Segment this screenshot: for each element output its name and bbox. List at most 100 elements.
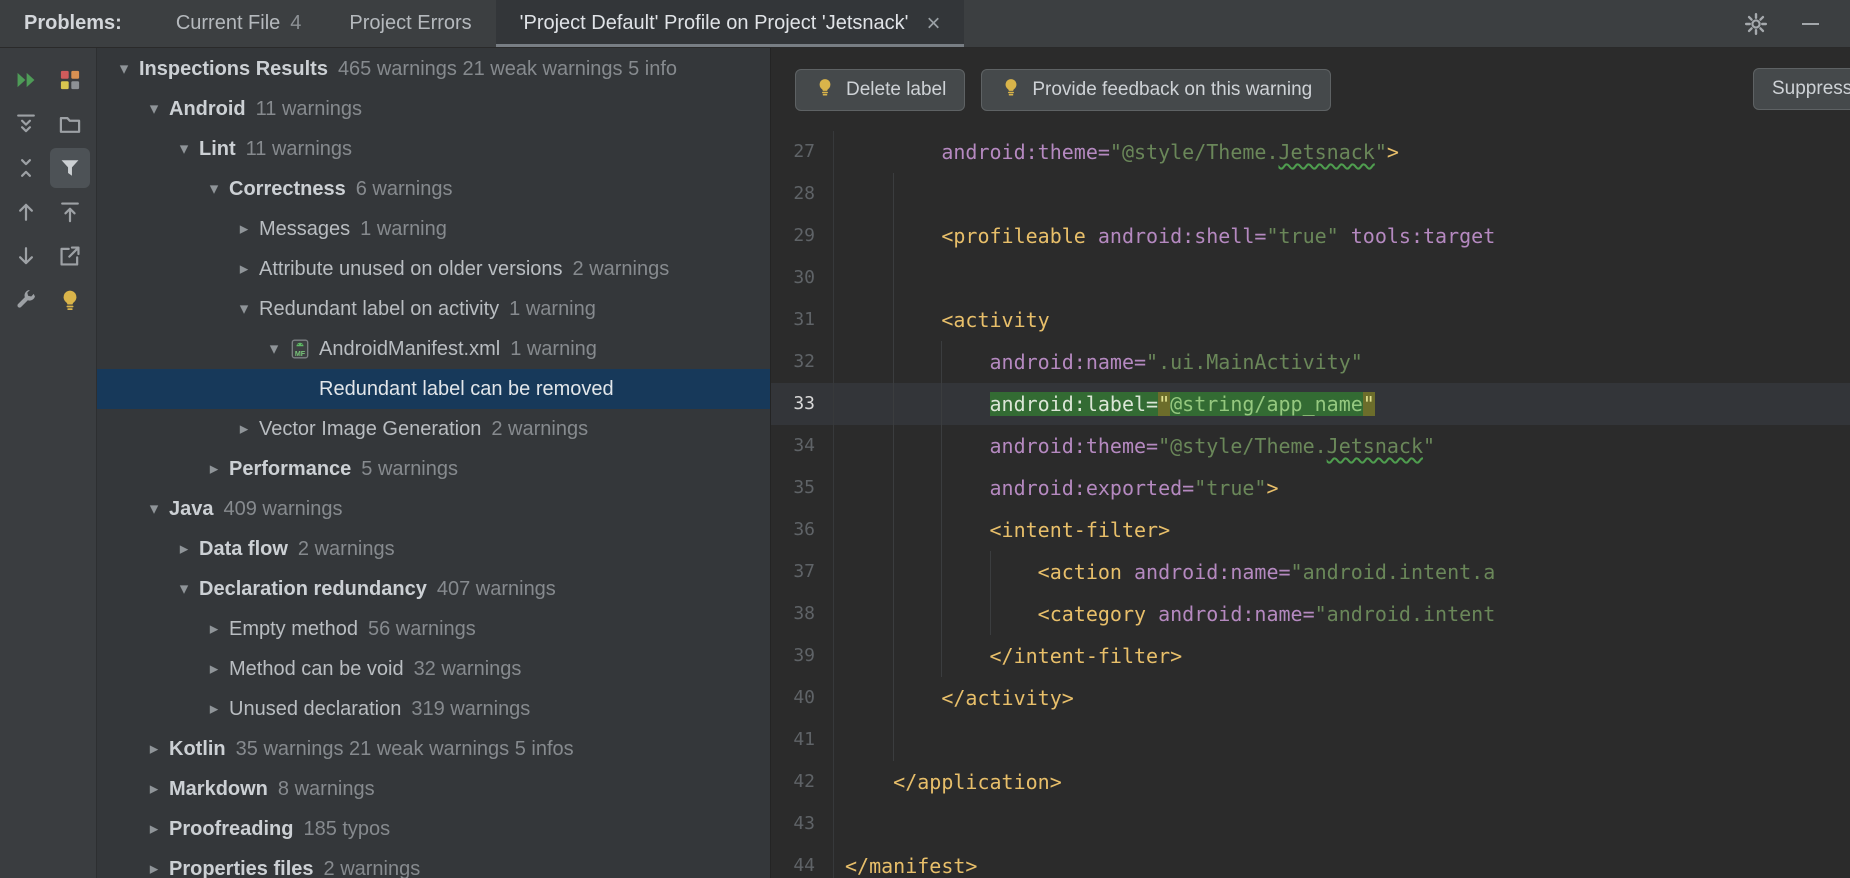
line-number[interactable]: 29 — [771, 215, 833, 257]
code-line[interactable]: 34 android:theme="@style/Theme.Jetsnack" — [771, 425, 1850, 467]
tree-row[interactable]: ▸Proofreading185 typos — [97, 809, 770, 849]
filter-button[interactable] — [50, 148, 90, 188]
tree-row[interactable]: ▸Markdown8 warnings — [97, 769, 770, 809]
code-line[interactable]: 27 android:theme="@style/Theme.Jetsnack"… — [771, 131, 1850, 173]
code-line[interactable]: 35 android:exported="true"> — [771, 467, 1850, 509]
tree-row[interactable]: ▸Performance5 warnings — [97, 449, 770, 489]
chevron-collapsed-icon[interactable]: ▸ — [199, 659, 229, 679]
line-number[interactable]: 39 — [771, 635, 833, 677]
code-line[interactable]: 41 — [771, 719, 1850, 761]
tree-row[interactable]: Redundant label can be removed — [97, 369, 770, 409]
rerun-inspection-button[interactable] — [6, 60, 46, 100]
code-line[interactable]: 36 <intent-filter> — [771, 509, 1850, 551]
line-number[interactable]: 35 — [771, 467, 833, 509]
settings-gear-icon[interactable] — [1742, 10, 1770, 38]
line-number[interactable]: 37 — [771, 551, 833, 593]
chevron-expanded-icon[interactable]: ▾ — [109, 59, 139, 79]
expand-all-button[interactable] — [6, 104, 46, 144]
code-line[interactable]: 30 — [771, 257, 1850, 299]
suppress-button[interactable]: Suppress — [1753, 68, 1850, 110]
tree-row[interactable]: ▾Inspections Results465 warnings 21 weak… — [97, 49, 770, 89]
code-editor[interactable]: 27 android:theme="@style/Theme.Jetsnack"… — [771, 131, 1850, 878]
group-by-directory-button[interactable] — [50, 104, 90, 144]
tree-row[interactable]: ▾Lint11 warnings — [97, 129, 770, 169]
line-number[interactable]: 27 — [771, 131, 833, 173]
code-line[interactable]: 42 </application> — [771, 761, 1850, 803]
tree-row[interactable]: ▸Kotlin35 warnings 21 weak warnings 5 in… — [97, 729, 770, 769]
line-number[interactable]: 41 — [771, 719, 833, 761]
previous-problem-button[interactable] — [6, 192, 46, 232]
chevron-expanded-icon[interactable]: ▾ — [169, 579, 199, 599]
chevron-expanded-icon[interactable]: ▾ — [169, 139, 199, 159]
chevron-expanded-icon[interactable]: ▾ — [139, 99, 169, 119]
chevron-collapsed-icon[interactable]: ▸ — [139, 739, 169, 759]
chevron-collapsed-icon[interactable]: ▸ — [139, 819, 169, 839]
tab-profile-jetsnack[interactable]: 'Project Default' Profile on Project 'Je… — [496, 0, 965, 47]
line-number[interactable]: 43 — [771, 803, 833, 845]
chevron-collapsed-icon[interactable]: ▸ — [199, 699, 229, 719]
tab-current-file[interactable]: Current File4 — [152, 0, 326, 47]
chevron-collapsed-icon[interactable]: ▸ — [229, 219, 259, 239]
tree-row[interactable]: ▾Redundant label on activity1 warning — [97, 289, 770, 329]
tree-row[interactable]: ▸Empty method56 warnings — [97, 609, 770, 649]
chevron-collapsed-icon[interactable]: ▸ — [229, 259, 259, 279]
chevron-collapsed-icon[interactable]: ▸ — [139, 859, 169, 878]
line-number[interactable]: 33 — [771, 383, 833, 425]
line-number[interactable]: 40 — [771, 677, 833, 719]
chevron-collapsed-icon[interactable]: ▸ — [199, 619, 229, 639]
tree-row[interactable]: ▾Declaration redundancy407 warnings — [97, 569, 770, 609]
code-line[interactable]: 28 — [771, 173, 1850, 215]
code-line[interactable]: 33 android:label="@string/app_name" — [771, 383, 1850, 425]
line-number[interactable]: 32 — [771, 341, 833, 383]
tree-row[interactable]: ▾Java409 warnings — [97, 489, 770, 529]
code-line[interactable]: 32 android:name=".ui.MainActivity" — [771, 341, 1850, 383]
tree-row[interactable]: ▾Android11 warnings — [97, 89, 770, 129]
hide-tool-window-icon[interactable] — [1796, 10, 1824, 38]
tree-row[interactable]: ▸Unused declaration319 warnings — [97, 689, 770, 729]
code-line[interactable]: 44</manifest> — [771, 845, 1850, 878]
code-line[interactable]: 29 <profileable android:shell="true" too… — [771, 215, 1850, 257]
code-line[interactable]: 40 </activity> — [771, 677, 1850, 719]
inspections-tree[interactable]: ▾Inspections Results465 warnings 21 weak… — [97, 48, 770, 878]
chevron-collapsed-icon[interactable]: ▸ — [169, 539, 199, 559]
code-line[interactable]: 39 </intent-filter> — [771, 635, 1850, 677]
arrow-up-to-line-button[interactable] — [50, 192, 90, 232]
next-problem-button[interactable] — [6, 236, 46, 276]
tree-row[interactable]: ▸Properties files2 warnings — [97, 849, 770, 878]
code-line[interactable]: 37 <action android:name="android.intent.… — [771, 551, 1850, 593]
chevron-expanded-icon[interactable]: ▾ — [259, 339, 289, 359]
close-tab-icon[interactable]: × — [926, 12, 940, 36]
collapse-all-button[interactable] — [6, 148, 46, 188]
code-line[interactable]: 38 <category android:name="android.inten… — [771, 593, 1850, 635]
tree-row[interactable]: ▾MFAndroidManifest.xml1 warning — [97, 329, 770, 369]
provide-feedback-button[interactable]: Provide feedback on this warning — [981, 69, 1331, 111]
tree-row[interactable]: ▸Attribute unused on older versions2 war… — [97, 249, 770, 289]
line-number[interactable]: 28 — [771, 173, 833, 215]
line-number[interactable]: 42 — [771, 761, 833, 803]
code-line[interactable]: 43 — [771, 803, 1850, 845]
chevron-expanded-icon[interactable]: ▾ — [139, 499, 169, 519]
line-number[interactable]: 44 — [771, 845, 833, 878]
tree-row[interactable]: ▸Messages1 warning — [97, 209, 770, 249]
chevron-collapsed-icon[interactable]: ▸ — [199, 459, 229, 479]
line-number[interactable]: 38 — [771, 593, 833, 635]
quick-fix-button[interactable] — [50, 280, 90, 320]
delete-label-button[interactable]: Delete label — [795, 69, 965, 111]
line-number[interactable]: 30 — [771, 257, 833, 299]
chevron-expanded-icon[interactable]: ▾ — [229, 299, 259, 319]
code-line[interactable]: 31 <activity — [771, 299, 1850, 341]
line-number[interactable]: 34 — [771, 425, 833, 467]
tree-row[interactable]: ▸Method can be void32 warnings — [97, 649, 770, 689]
chevron-collapsed-icon[interactable]: ▸ — [229, 419, 259, 439]
chevron-expanded-icon[interactable]: ▾ — [199, 179, 229, 199]
open-in-new-window-button[interactable] — [50, 236, 90, 276]
tab-project-errors[interactable]: Project Errors — [325, 0, 495, 47]
line-number[interactable]: 31 — [771, 299, 833, 341]
tree-row[interactable]: ▸Vector Image Generation2 warnings — [97, 409, 770, 449]
severity-overview-button[interactable] — [50, 60, 90, 100]
tree-row[interactable]: ▸Data flow2 warnings — [97, 529, 770, 569]
line-number[interactable]: 36 — [771, 509, 833, 551]
tree-row[interactable]: ▾Correctness6 warnings — [97, 169, 770, 209]
chevron-collapsed-icon[interactable]: ▸ — [139, 779, 169, 799]
inspection-settings-button[interactable] — [6, 280, 46, 320]
